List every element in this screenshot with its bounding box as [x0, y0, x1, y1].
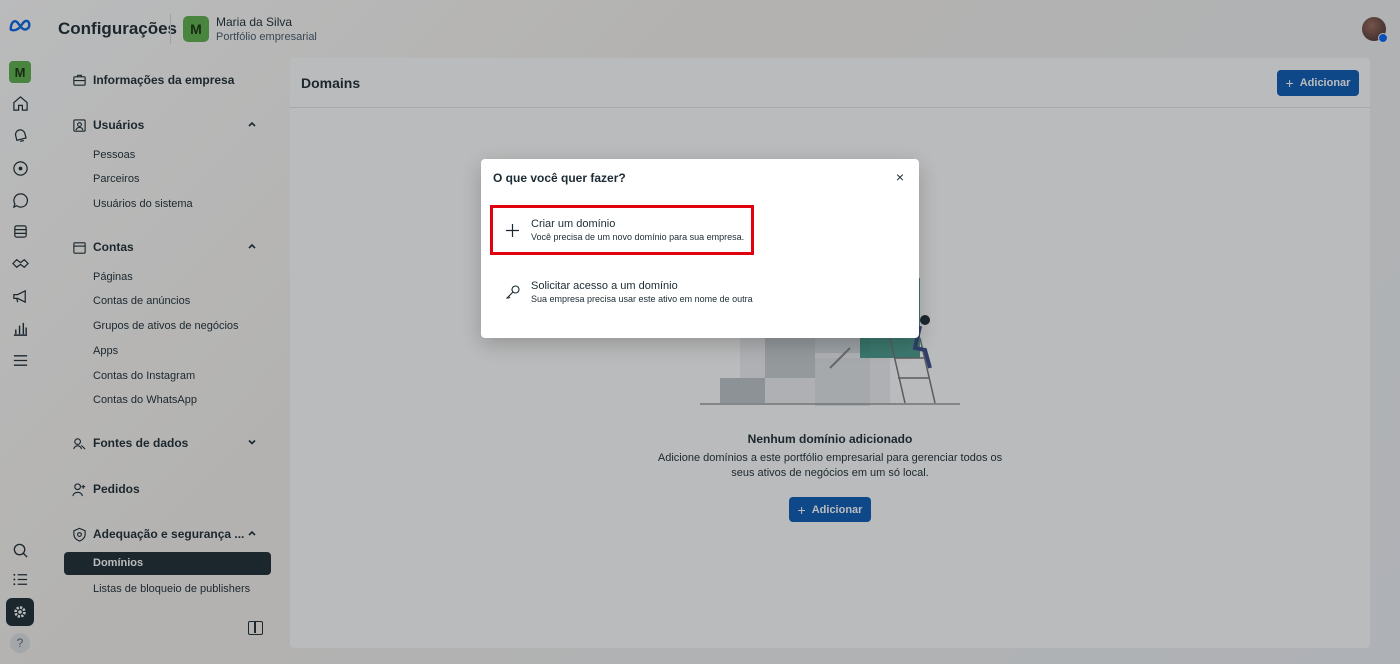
option-description: Você precisa de um novo domínio para sua… [531, 232, 745, 242]
option-title: Criar um domínio [531, 218, 616, 230]
option-request-access[interactable]: Solicitar acesso a um domínio Sua empres… [493, 267, 757, 317]
close-icon[interactable]: × [893, 170, 907, 184]
dialog-title: O que você quer fazer? [493, 171, 626, 185]
action-dialog: O que você quer fazer? × Criar um domíni… [481, 159, 919, 338]
option-create-domain[interactable]: Criar um domínio Você precisa de um novo… [490, 205, 754, 255]
key-icon [493, 284, 531, 301]
plus-icon [493, 222, 531, 239]
option-description: Sua empresa precisa usar este ativo em n… [531, 294, 753, 304]
option-title: Solicitar acesso a um domínio [531, 280, 678, 292]
